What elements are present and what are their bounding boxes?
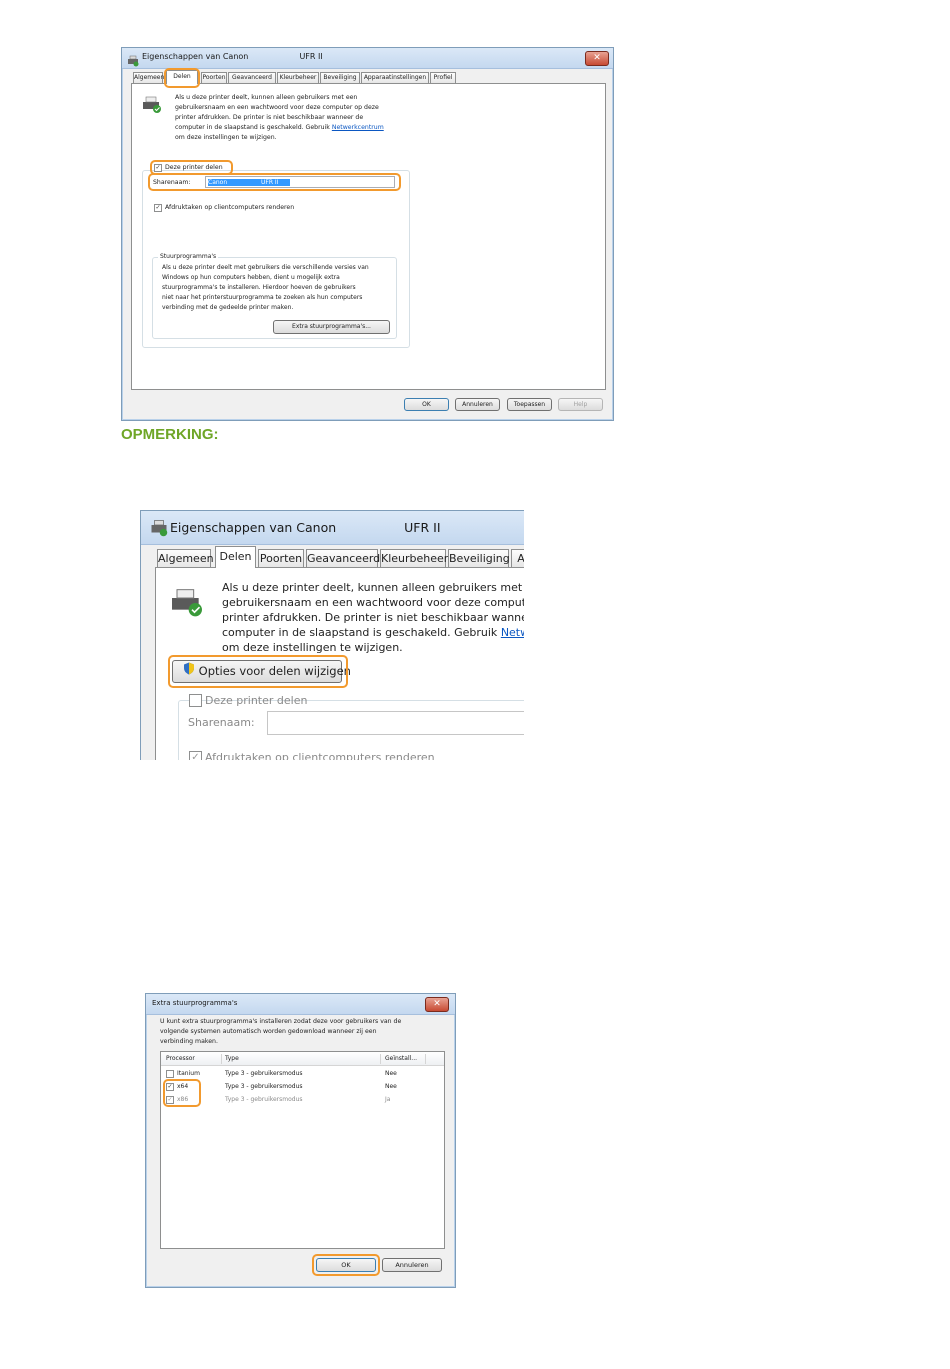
row-type: Type 3 - gebruikersmodus [225, 1096, 303, 1103]
close-icon: ✕ [593, 53, 601, 63]
window-title: Eigenschappen van Canon [142, 52, 249, 61]
properties-dialog: Eigenschappen van Canon UFR II ✕ Algemee… [121, 47, 614, 421]
drivers-list: Processor Type Geïnstall... Itanium Type… [160, 1051, 445, 1249]
info-line-1: Als u deze printer deelt, kunnen alleen … [222, 581, 524, 594]
close-button[interactable]: ✕ [425, 997, 449, 1012]
render-checkbox-label: Afdruktaken op clientcomputers renderen [205, 751, 435, 760]
column-processor[interactable]: Processor [166, 1055, 195, 1062]
tab-panel: Als u deze printer deelt, kunnen alleen … [131, 83, 606, 390]
row-type: Type 3 - gebruikersmodus [225, 1083, 303, 1090]
tab-algemeen[interactable]: Algemeen [157, 549, 214, 567]
extra-drivers-button[interactable]: Extra stuurprogramma's... [273, 320, 390, 334]
window-title: Eigenschappen van Canon [170, 520, 337, 535]
info-line-3: printer afdrukken. De printer is niet be… [222, 611, 524, 624]
highlight-share-name [148, 173, 401, 191]
help-button[interactable]: Help [558, 398, 603, 411]
note-heading: OPMERKING: [121, 426, 219, 443]
description-line-1: U kunt extra stuurprogramma's installere… [160, 1018, 402, 1025]
tab-algemeen[interactable]: Algemeen [133, 72, 164, 83]
tab-delen[interactable]: Delen [215, 546, 256, 568]
apply-button[interactable]: Toepassen [507, 398, 552, 411]
description-line-2: volgende systemen automatisch worden ged… [160, 1028, 377, 1035]
window-title-suffix: UFR II [299, 52, 323, 61]
tab-beveiliging[interactable]: Beveiliging [320, 72, 360, 83]
info-line-4: computer in de slaapstand is geschakeld.… [222, 626, 524, 639]
render-checkbox-label: Afdruktaken op clientcomputers renderen [165, 204, 295, 211]
info-line-5: om deze instellingen te wijzigen. [175, 134, 277, 141]
printer-icon [150, 519, 168, 541]
printer-icon [127, 52, 139, 71]
drivers-line-3: stuurprogramma's te installeren. Hierdoo… [162, 284, 356, 291]
highlight-tab-delen [164, 68, 200, 88]
row-installed: Nee [385, 1070, 397, 1077]
window-title: Extra stuurprogramma's [152, 999, 238, 1007]
row-installed: Nee [385, 1083, 397, 1090]
network-center-link[interactable]: Netwerkcentrum [332, 124, 384, 131]
title-bar[interactable]: Eigenschappen van Canon UFR II ✕ [122, 48, 613, 69]
close-icon: ✕ [433, 999, 441, 1009]
column-type[interactable]: Type [225, 1055, 239, 1062]
table-row[interactable]: Itanium Type 3 - gebruikersmodus Nee [161, 1068, 444, 1080]
highlight-ok-button [312, 1254, 380, 1276]
share-checkbox[interactable] [189, 694, 202, 707]
render-checkbox[interactable]: ✓ [154, 204, 162, 212]
tab-poorten[interactable]: Poorten [201, 72, 227, 83]
info-line-2: gebruikersnaam en een wachtwoord voor de… [175, 104, 379, 111]
tab-geavanceerd[interactable]: Geavanceerd [306, 549, 380, 567]
info-line-5: om deze instellingen te wijzigen. [222, 641, 403, 654]
properties-dialog-zoomed: Eigenschappen van Canon UFR II Algemeen … [140, 510, 524, 760]
info-line-4: computer in de slaapstand is geschakeld.… [175, 124, 384, 131]
highlight-x64-x86 [163, 1079, 201, 1107]
printer-icon [142, 96, 162, 118]
drivers-line-5: verbinding met de gedeelde printer maken… [162, 304, 294, 311]
row-checkbox[interactable] [166, 1070, 174, 1078]
cancel-button[interactable]: Annuleren [455, 398, 500, 411]
row-type: Type 3 - gebruikersmodus [225, 1070, 303, 1077]
tab-profiel[interactable]: Profiel [430, 72, 456, 83]
table-row[interactable]: ✓ x86 Type 3 - gebruikersmodus Ja [161, 1094, 444, 1106]
tab-kleurbeheer[interactable]: Kleurbeheer [277, 72, 319, 83]
tab-poorten[interactable]: Poorten [258, 549, 304, 567]
tab-panel: Als u deze printer deelt, kunnen alleen … [155, 567, 524, 760]
table-row[interactable]: ✓ x64 Type 3 - gebruikersmodus Nee [161, 1081, 444, 1093]
drivers-line-1: Als u deze printer deelt met gebruikers … [162, 264, 369, 271]
network-center-link[interactable]: Netwerk [501, 626, 524, 639]
share-name-input[interactable] [267, 711, 524, 735]
tab-apparaatinstellingen[interactable]: Apparaatinstellingen [361, 72, 429, 83]
tab-kleurbeheer[interactable]: Kleurbeheer [380, 549, 448, 567]
info-line-1: Als u deze printer deelt, kunnen alleen … [175, 94, 358, 101]
check-icon: ✓ [155, 204, 161, 211]
window-title-suffix: UFR II [404, 520, 441, 535]
highlight-change-sharing-button [168, 655, 348, 688]
check-icon: ✓ [191, 752, 200, 760]
share-name-label: Sharenaam: [188, 716, 255, 729]
extra-drivers-dialog: Extra stuurprogramma's ✕ U kunt extra st… [145, 993, 456, 1288]
title-bar[interactable]: Eigenschappen van Canon UFR II [141, 511, 524, 545]
close-button[interactable]: ✕ [585, 51, 609, 66]
ok-button[interactable]: OK [404, 398, 449, 411]
printer-icon [170, 588, 204, 622]
render-checkbox[interactable]: ✓ [189, 751, 202, 760]
title-bar[interactable]: Extra stuurprogramma's ✕ [146, 994, 455, 1015]
row-processor: Itanium [177, 1070, 200, 1077]
column-installed[interactable]: Geïnstall... [385, 1055, 417, 1062]
drivers-line-2: Windows op hun computers hebben, dient u… [162, 274, 340, 281]
row-installed: Ja [385, 1096, 391, 1103]
tab-geavanceerd[interactable]: Geavanceerd [228, 72, 276, 83]
info-line-3: printer afdrukken. De printer is niet be… [175, 114, 364, 121]
tab-beveiliging[interactable]: Beveiliging [448, 549, 510, 567]
tab-more[interactable]: A [511, 549, 524, 567]
info-line-2: gebruikersnaam en een wachtwoord voor de… [222, 596, 524, 609]
description-line-3: verbinding maken. [160, 1038, 218, 1045]
cancel-button[interactable]: Annuleren [382, 1258, 442, 1272]
drivers-line-4: niet naar het printerstuurprogramma te z… [162, 294, 363, 301]
drivers-group-title: Stuurprogramma's [158, 253, 219, 260]
share-checkbox-label: Deze printer delen [205, 694, 308, 707]
